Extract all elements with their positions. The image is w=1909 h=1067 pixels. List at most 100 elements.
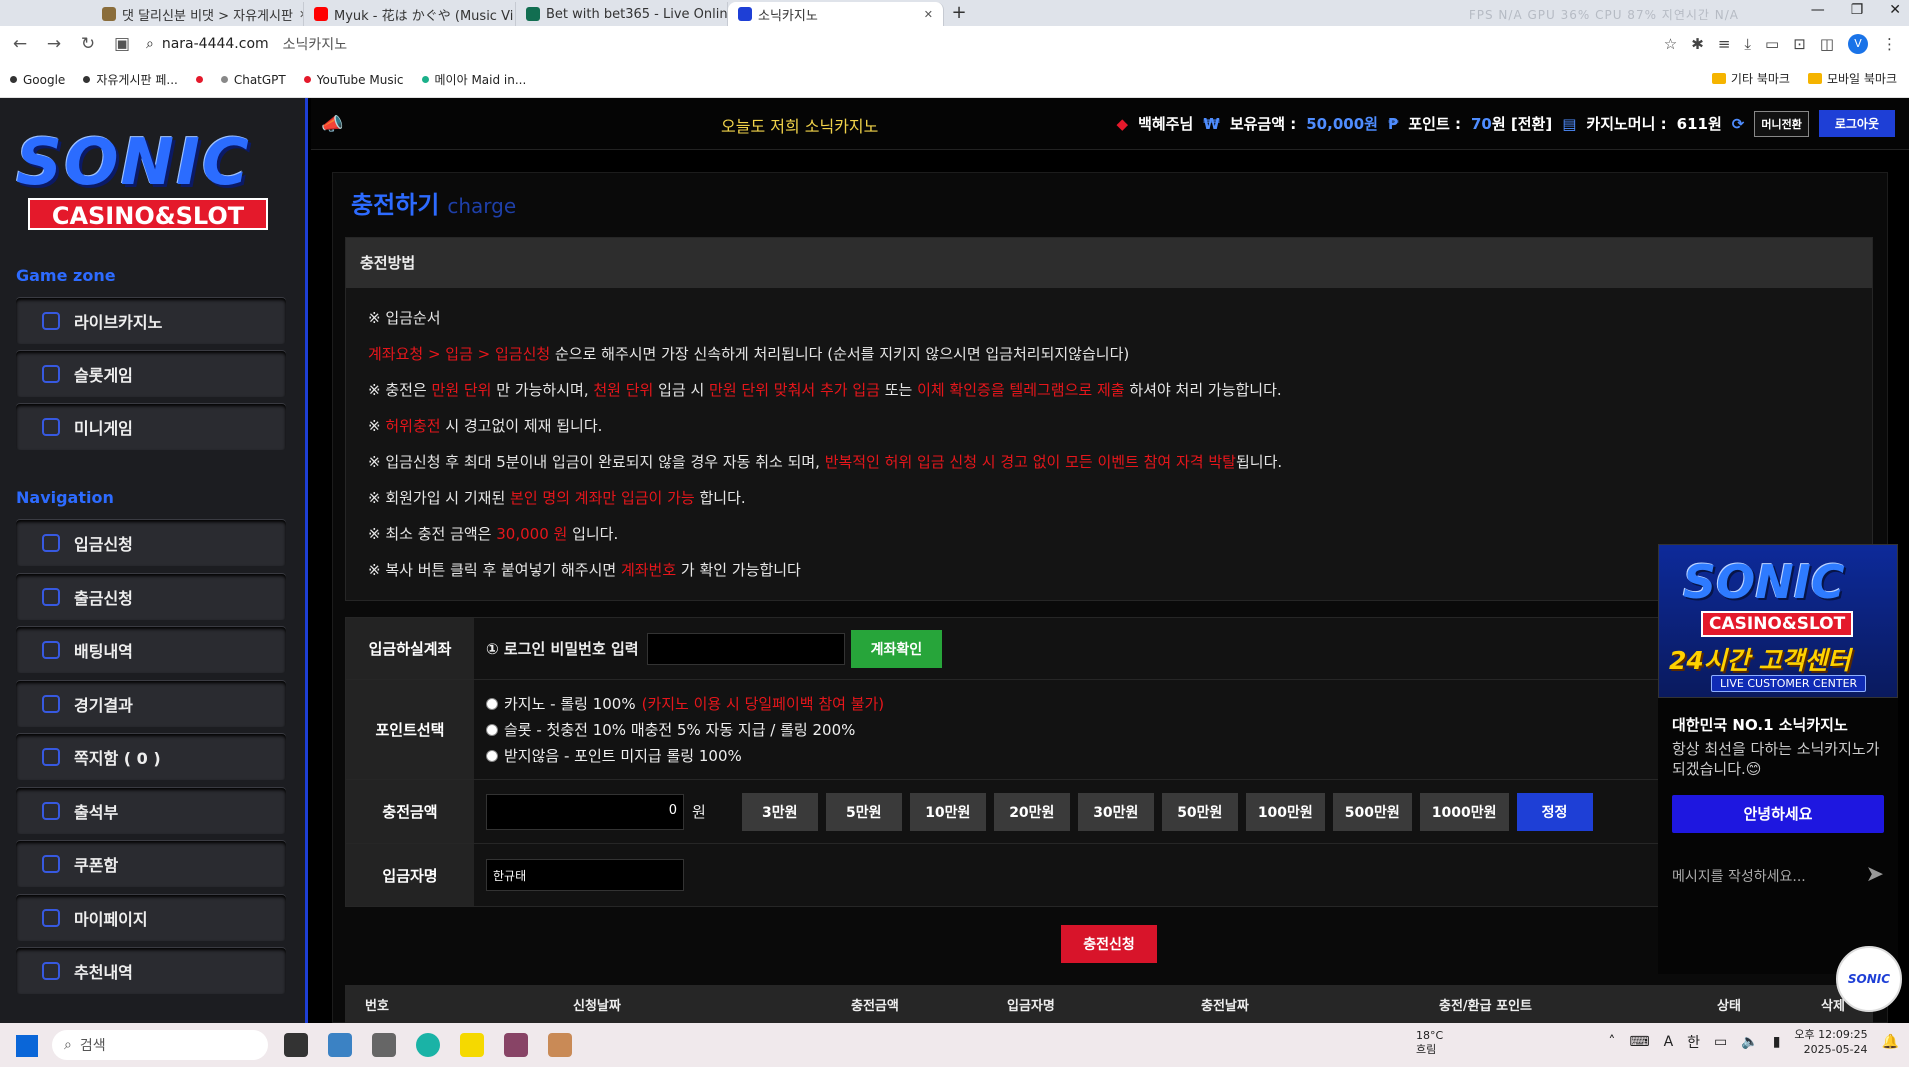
battery-icon[interactable]: ▮ <box>1773 1034 1781 1050</box>
forward-icon[interactable]: → <box>44 34 64 54</box>
charge-submit-button[interactable]: 충전신청 <box>1061 925 1157 963</box>
weather-widget[interactable]: 18°C 흐림 <box>1416 1029 1443 1057</box>
notification-icon[interactable]: 🔔 <box>1882 1034 1899 1050</box>
point-option-casino[interactable]: 카지노 - 롤링 100% (카지노 이용 시 당일페이백 참여 불가) <box>486 691 884 717</box>
cast-icon[interactable]: ▭ <box>1765 35 1779 53</box>
depositor-input[interactable]: 한규태 <box>486 859 684 891</box>
amount-btn-300k[interactable]: 30만원 <box>1077 792 1154 831</box>
point-option-slot[interactable]: 슬롯 - 첫충전 10% 매충전 5% 자동 지급 / 롤링 200% <box>486 717 855 743</box>
howto-text: ※ 복사 버튼 클릭 후 붙여넣기 해주시면 <box>368 561 621 579</box>
bookmark-folder-other[interactable]: 기타 북마크 <box>1711 70 1790 87</box>
radio-button[interactable] <box>486 697 498 710</box>
send-icon[interactable]: ➤ <box>1866 862 1884 887</box>
screenshot-icon[interactable]: ⊡ <box>1793 35 1806 53</box>
back-icon[interactable]: ← <box>10 34 30 54</box>
browser-icon[interactable] <box>416 1033 440 1057</box>
bookmark-folder-mobile[interactable]: 모바일 북마크 <box>1807 70 1897 87</box>
sidebar-item-slot[interactable]: 슬롯게임 <box>16 351 286 397</box>
tab-2[interactable]: Myuk - 花は かぐや (Music Vi✕ <box>304 2 516 26</box>
radio-button[interactable] <box>486 749 498 762</box>
split-view-icon[interactable]: ◫ <box>1820 35 1834 53</box>
sidebar-item-deposit[interactable]: 입금신청 <box>16 520 286 566</box>
amount-btn-5m[interactable]: 500만원 <box>1332 792 1412 831</box>
close-window-icon[interactable]: ✕ <box>1889 2 1901 18</box>
reading-list-icon[interactable]: ≡ <box>1718 35 1731 53</box>
bookmark-google[interactable]: Google <box>10 73 65 87</box>
bookmark-youtube-music[interactable]: YouTube Music <box>303 73 404 87</box>
download-icon[interactable]: ⤓ <box>1744 35 1751 53</box>
point-option-none[interactable]: 받지않음 - 포인트 미지급 롤링 100% <box>486 743 742 769</box>
bookmark-maid[interactable]: 메이아 Maid in... <box>421 71 526 88</box>
url-field[interactable]: ⌕ nara-4444.com 소닉카지노 <box>146 34 347 54</box>
file-explorer-icon[interactable] <box>328 1033 352 1057</box>
task-view-icon[interactable] <box>284 1033 308 1057</box>
amount-btn-100k[interactable]: 10만원 <box>909 792 986 831</box>
amount-btn-500k[interactable]: 50만원 <box>1161 792 1238 831</box>
sidebar-item-bet-history[interactable]: 배팅내역 <box>16 627 286 673</box>
keyboard-icon[interactable]: ⌨ <box>1629 1034 1649 1050</box>
sidebar-item-messages[interactable]: 쪽지함 ( 0 ) <box>16 734 286 780</box>
point-value: 70 <box>1471 115 1492 133</box>
reload-icon[interactable]: ↻ <box>78 34 98 54</box>
restore-icon[interactable]: ❐ <box>1851 2 1864 18</box>
sidebar-item-withdraw[interactable]: 출금신청 <box>16 574 286 620</box>
app-icon-3[interactable] <box>548 1033 572 1057</box>
money-exchange-button[interactable]: 머니전환 <box>1754 110 1809 137</box>
password-input[interactable] <box>646 632 845 665</box>
amount-input[interactable]: 0 <box>486 793 684 830</box>
chat-hello-button[interactable]: 안녕하세요 <box>1672 795 1884 833</box>
sidebar-item-attendance[interactable]: 출석부 <box>16 788 286 834</box>
amount-btn-30k[interactable]: 3만원 <box>741 792 818 831</box>
minimize-icon[interactable]: — <box>1811 2 1825 18</box>
menu-icon[interactable]: ⋮ <box>1882 35 1897 53</box>
address-bar: ← → ↻ ▣ ⌕ nara-4444.com 소닉카지노 ☆ ✱ ≡ ⤓ ▭ … <box>0 26 1909 62</box>
bookmark-chatgpt[interactable]: ChatGPT <box>220 73 286 87</box>
bookmark-star-icon[interactable]: ☆ <box>1664 35 1677 53</box>
bookmark-red[interactable] <box>195 76 203 83</box>
sidebar-item-minigame[interactable]: 미니게임 <box>16 404 286 450</box>
app-icon[interactable] <box>372 1033 396 1057</box>
howto-highlight: 만원 단위 <box>431 381 492 399</box>
kakaotalk-icon[interactable] <box>460 1033 484 1057</box>
logout-button[interactable]: 로그아웃 <box>1818 110 1895 137</box>
taskbar-search[interactable]: ⌕ 검색 <box>52 1030 268 1060</box>
sidebar-item-label: 입금신청 <box>74 535 133 554</box>
sidebar-item-results[interactable]: 경기결과 <box>16 681 286 727</box>
new-tab-button[interactable]: + <box>944 2 974 26</box>
site-logo[interactable]: SONIC CASINO&SLOT <box>8 128 288 232</box>
windows-start-icon[interactable] <box>16 1035 38 1057</box>
app-icon-2[interactable] <box>504 1033 528 1057</box>
bookmark-freeboard[interactable]: 자유게시판 페... <box>83 71 178 88</box>
extensions-icon[interactable]: ✱ <box>1691 35 1704 53</box>
profile-avatar[interactable]: V <box>1848 34 1868 54</box>
chat-banner-sub: CASINO&SLOT <box>1701 611 1854 637</box>
chevron-up-icon[interactable]: ˄ <box>1608 1034 1615 1050</box>
amount-btn-50k[interactable]: 5만원 <box>825 792 902 831</box>
sidebar-item-coupons[interactable]: 쿠폰함 <box>16 841 286 887</box>
sidebar-item-live-casino[interactable]: 라이브카지노 <box>16 298 286 344</box>
chat-input[interactable]: 메시지를 작성하세요... <box>1672 866 1806 886</box>
tab-4-active[interactable]: 소닉카지노 ✕ <box>728 2 944 26</box>
account-check-button[interactable]: 계좌확인 <box>850 629 943 668</box>
point-value-group[interactable]: 70원 [전환] <box>1471 113 1552 134</box>
ime-indicator[interactable]: 한 <box>1687 1032 1700 1052</box>
amount-btn-1m[interactable]: 100만원 <box>1245 792 1325 831</box>
sidebar-item-mypage[interactable]: 마이페이지 <box>16 895 286 941</box>
volume-icon[interactable]: 🔈 <box>1741 1034 1758 1050</box>
tab-1[interactable]: 댓 달리신분 비댓 > 자유게시판✕ <box>92 2 304 26</box>
amount-reset-button[interactable]: 정정 <box>1516 792 1593 831</box>
bookmark-label: 자유게시판 페... <box>96 73 178 87</box>
amount-btn-200k[interactable]: 20만원 <box>993 792 1070 831</box>
network-icon[interactable]: ▭ <box>1714 1034 1727 1050</box>
radio-button[interactable] <box>486 723 498 736</box>
close-icon[interactable]: ✕ <box>924 8 933 21</box>
chat-launcher-avatar[interactable]: SONIC <box>1836 946 1902 1012</box>
site-info-icon[interactable]: ▣ <box>112 34 132 54</box>
clock[interactable]: 오후 12:09:25 2025-05-24 <box>1794 1027 1867 1057</box>
tab-3[interactable]: Bet with bet365 - Live Online✕ <box>516 2 728 26</box>
amount-btn-10m[interactable]: 1000만원 <box>1419 792 1509 831</box>
refresh-icon[interactable]: ⟳ <box>1732 115 1745 133</box>
ime-a[interactable]: A <box>1664 1034 1674 1050</box>
sidebar-item-referrals[interactable]: 추천내역 <box>16 948 286 994</box>
sidebar-item-label: 출석부 <box>74 803 119 822</box>
